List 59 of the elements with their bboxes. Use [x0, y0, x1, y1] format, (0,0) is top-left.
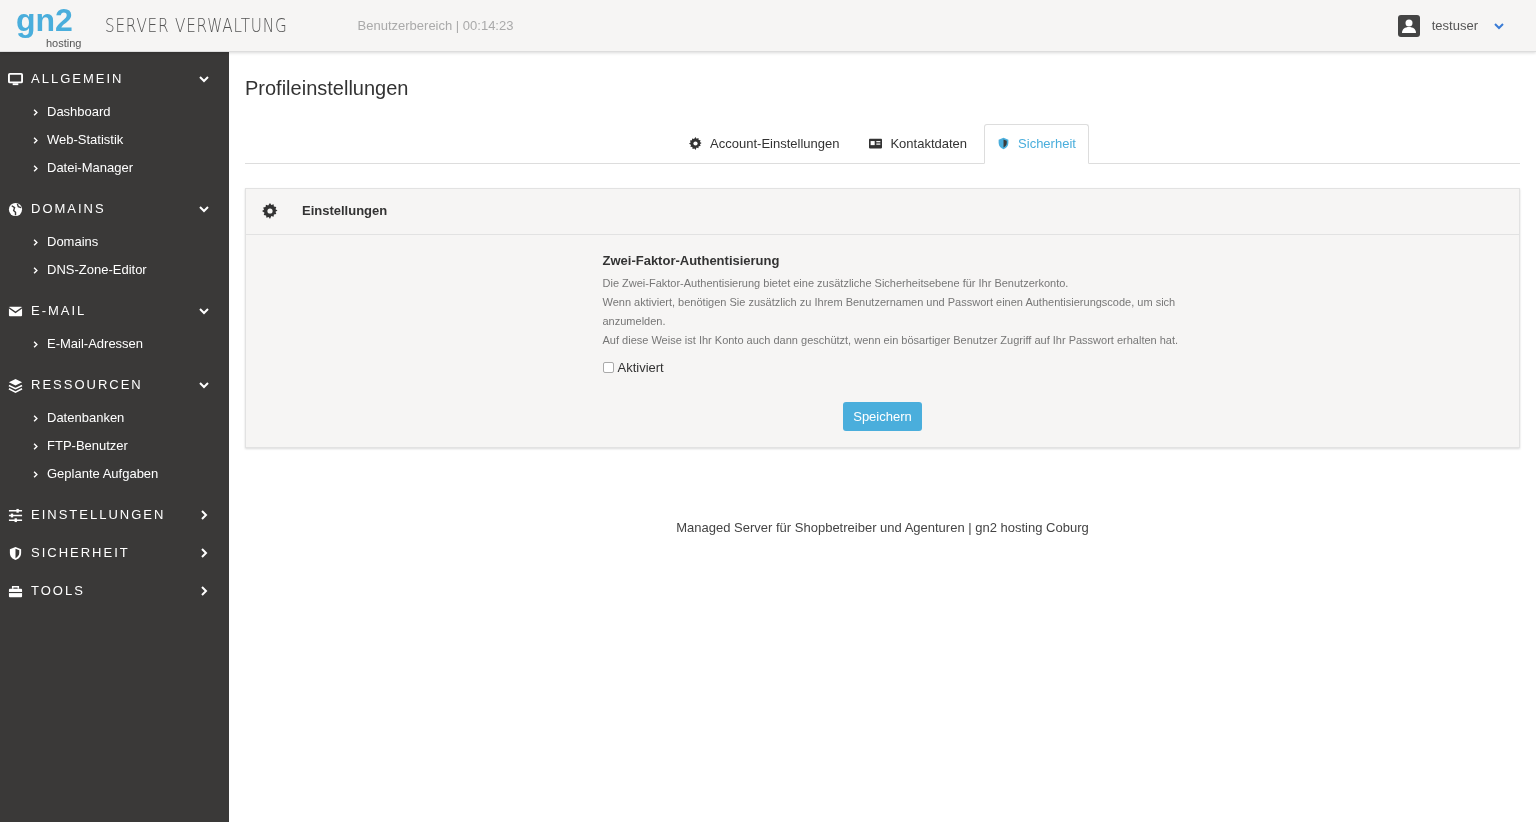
- chevron-icon: [199, 510, 209, 520]
- sidebar-item[interactable]: E-Mail-Adressen: [0, 330, 229, 358]
- globe-icon: [8, 201, 23, 217]
- app-title: SERVER VERWALTUNG: [105, 13, 288, 39]
- sidebar-item[interactable]: Domains: [0, 228, 229, 256]
- id-card-icon: [869, 137, 883, 151]
- sidebar-group[interactable]: TOOLS: [0, 572, 229, 610]
- description-text: Die Zwei-Faktor-Authentisierung bietet eine zusätzliche Sicherheitsebene für Ihr Benutzerkonto.: [602, 276, 1070, 291]
- sidebar-item[interactable]: Datei-Manager: [0, 154, 229, 182]
- footer-text: Managed Server für Shopbetreiber und Agenturen | gn2 hosting Coburg: [675, 519, 1090, 537]
- sidebar-item[interactable]: FTP-Benutzer: [0, 432, 229, 460]
- chevron-icon: [199, 74, 209, 84]
- checkbox[interactable]: [602, 362, 614, 374]
- user-menu[interactable]: testuser: [1431, 15, 1478, 36]
- chevron-icon: [32, 265, 39, 275]
- chevron-icon: [32, 107, 39, 117]
- section-title: Zwei-Faktor-Authentisierung: [602, 251, 781, 270]
- shield-icon: [997, 137, 1011, 151]
- tab[interactable]: Kontaktdaten: [856, 124, 981, 164]
- chevron-icon: [32, 469, 39, 479]
- sidebar-group[interactable]: ALLGEMEIN: [0, 60, 229, 98]
- tab[interactable]: Account-Einstellungen: [676, 124, 853, 164]
- toolbox-icon: [8, 583, 23, 599]
- sidebar-item[interactable]: Geplante Aufgaben: [0, 460, 229, 488]
- chevron-icon: [32, 237, 39, 247]
- shield-icon: [8, 545, 23, 561]
- session-info: Benutzerbereich | 00:14:23: [357, 16, 514, 35]
- chevron-icon: [32, 163, 39, 173]
- sidebar-item[interactable]: DNS-Zone-Editor: [0, 256, 229, 284]
- description-text: Wenn aktiviert, benötigen Sie zusätzlich zu Ihrem Benutzernamen und Passwort einen Authentisierungscode, um sich anzumelden.: [602, 295, 1177, 329]
- description-text: Auf diese Weise ist Ihr Konto auch dann geschützt, wenn ein bösartiger Benutzer Zugriff auf Ihr Passwort erhalten hat.: [602, 333, 1180, 348]
- panel-title: Einstellungen: [302, 202, 388, 221]
- sidebar-item[interactable]: Web-Statistik: [0, 126, 229, 154]
- sidebar-group[interactable]: DOMAINS: [0, 190, 229, 228]
- sidebar-group[interactable]: SICHERHEIT: [0, 534, 229, 572]
- gear-icon: [262, 203, 278, 219]
- chevron-icon: [32, 441, 39, 451]
- chevron-icon: [199, 586, 209, 596]
- chevron-icon: [32, 339, 39, 349]
- page-title: Profileinstellungen: [245, 76, 410, 100]
- sliders-icon: [8, 507, 23, 523]
- sidebar-item[interactable]: Dashboard: [0, 98, 229, 126]
- sidebar-group[interactable]: RESSOURCEN: [0, 366, 229, 404]
- checkbox-label: Aktiviert: [617, 359, 664, 377]
- chevron-icon: [32, 413, 39, 423]
- chevron-icon: [32, 135, 39, 145]
- chevron-icon: [199, 204, 209, 214]
- chevron-icon: [199, 306, 209, 316]
- sidebar-group[interactable]: EINSTELLUNGEN: [0, 496, 229, 534]
- sidebar-item[interactable]: Datenbanken: [0, 404, 229, 432]
- chevron-icon: [199, 380, 209, 390]
- chevron-icon: [199, 548, 209, 558]
- layers-icon: [8, 377, 23, 393]
- monitor-icon: [8, 71, 23, 87]
- gear-icon: [689, 137, 703, 151]
- caret-icon: [1494, 20, 1504, 31]
- user-avatar-icon: [1397, 14, 1420, 37]
- logo-subtitle: hosting: [46, 36, 82, 49]
- sidebar-group[interactable]: E-MAIL: [0, 292, 229, 330]
